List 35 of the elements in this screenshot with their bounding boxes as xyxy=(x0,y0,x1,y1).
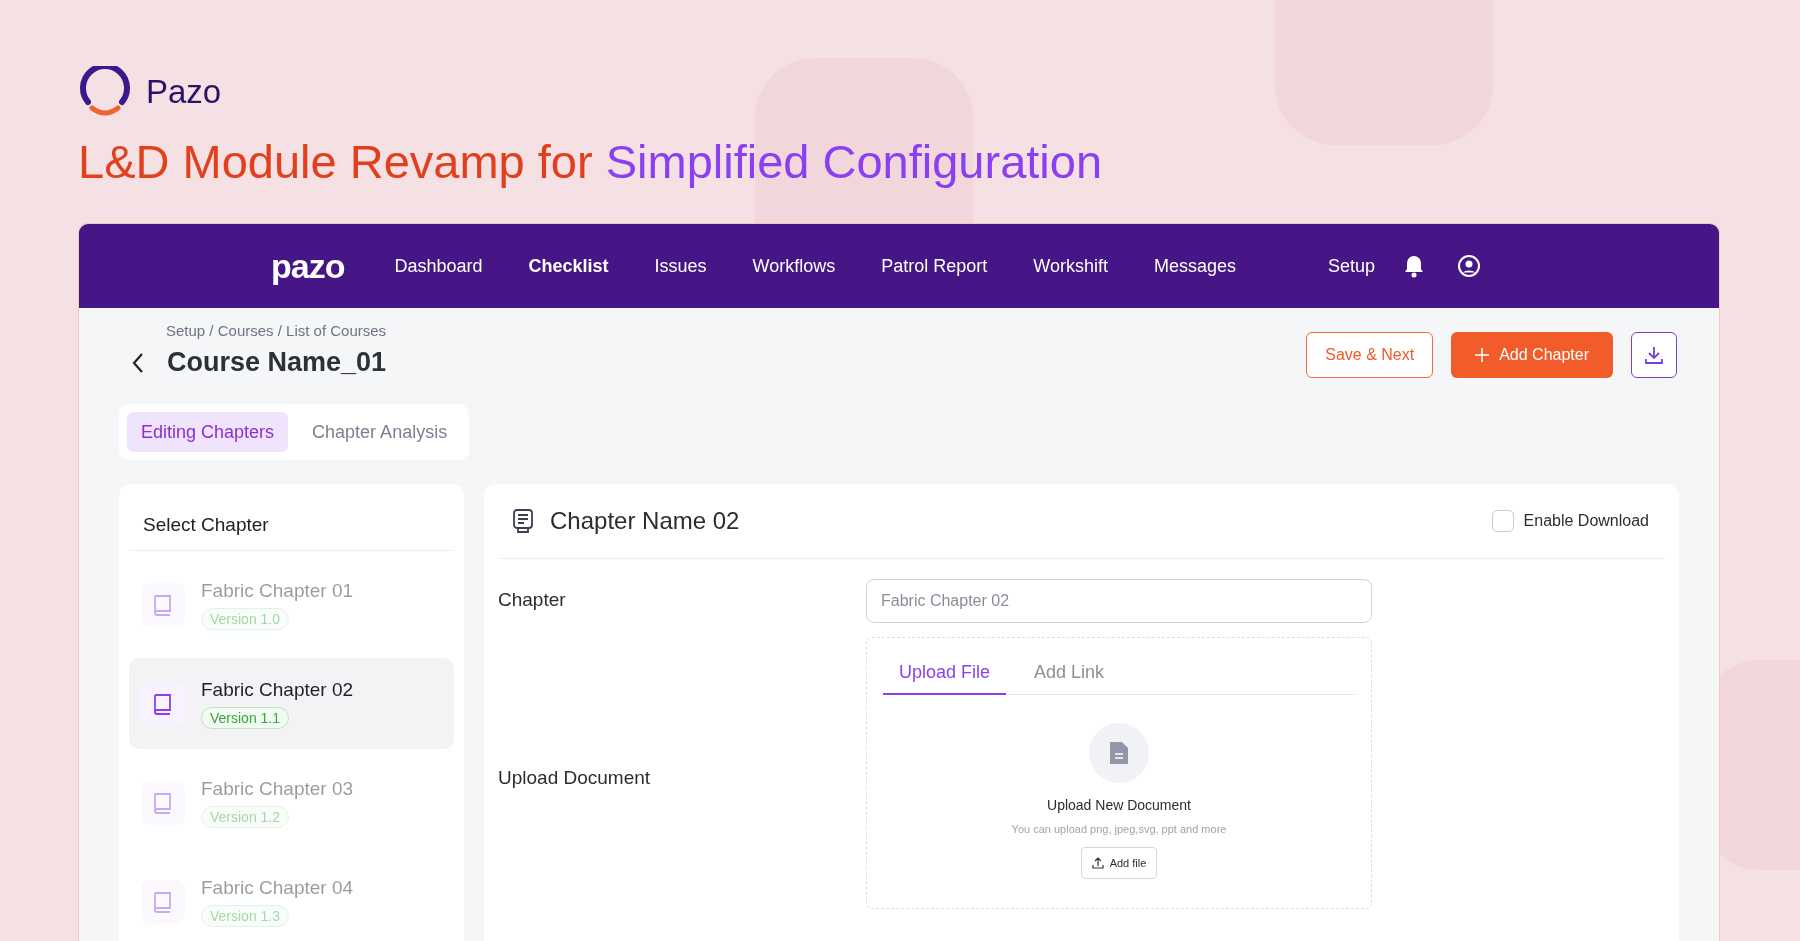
version-tag: Version 1.3 xyxy=(201,904,290,927)
version-tag: Version 1.2 xyxy=(201,805,290,828)
course-title: Course Name_01 xyxy=(167,347,387,378)
chapter-name: Fabric Chapter 03 xyxy=(201,777,354,800)
upload-tab[interactable]: Upload File xyxy=(883,654,1007,695)
chapter-item[interactable]: Fabric Chapter 02 Version 1.1 xyxy=(129,658,454,749)
chapter-name: Fabric Chapter 01 xyxy=(201,579,354,602)
add-file-button[interactable]: Add file xyxy=(1080,847,1158,879)
checkbox-label: Enable Download xyxy=(1523,512,1649,530)
breadcrumb: Setup / Courses / List of Courses xyxy=(166,322,387,339)
chapter-title: Chapter Name 02 xyxy=(550,507,740,535)
headline: L&D Module Revamp for Simplified Configuration xyxy=(78,134,1104,189)
field-label: Upload Document xyxy=(498,767,652,789)
chapter-input[interactable]: Fabric Chapter 02 xyxy=(866,579,1372,623)
version-tag: Version 1.1 xyxy=(201,706,290,729)
nav-link[interactable]: Issues xyxy=(654,255,707,277)
save-next-button[interactable]: Save & Next xyxy=(1306,332,1434,378)
nav-link[interactable]: Setup xyxy=(1328,255,1376,277)
version-tag: Version 1.0 xyxy=(201,607,290,630)
nav-link[interactable]: Dashboard xyxy=(394,255,483,277)
panel-title: Select Chapter xyxy=(129,484,454,551)
nav-link[interactable]: Patrol Report xyxy=(881,255,988,277)
nav-link[interactable]: Workshift xyxy=(1033,255,1109,277)
tab[interactable]: Editing Chapters xyxy=(127,412,289,452)
field-label: Chapter xyxy=(498,589,567,611)
chapter-name: Fabric Chapter 02 xyxy=(201,678,354,701)
brand-name: Pazo xyxy=(146,73,222,111)
nav-link[interactable]: Messages xyxy=(1154,255,1237,277)
tab[interactable]: Chapter Analysis xyxy=(298,412,462,452)
upload-title: Upload New Document xyxy=(1047,797,1191,813)
nav-link[interactable]: Workflows xyxy=(752,255,836,277)
nav-link[interactable]: Checklist xyxy=(528,255,609,277)
chapter-name: Fabric Chapter 04 xyxy=(201,876,354,899)
upload-hint: You can upload png, jpeg,svg, ppt and more xyxy=(1011,823,1227,835)
app-logo[interactable]: pazo xyxy=(271,246,345,286)
